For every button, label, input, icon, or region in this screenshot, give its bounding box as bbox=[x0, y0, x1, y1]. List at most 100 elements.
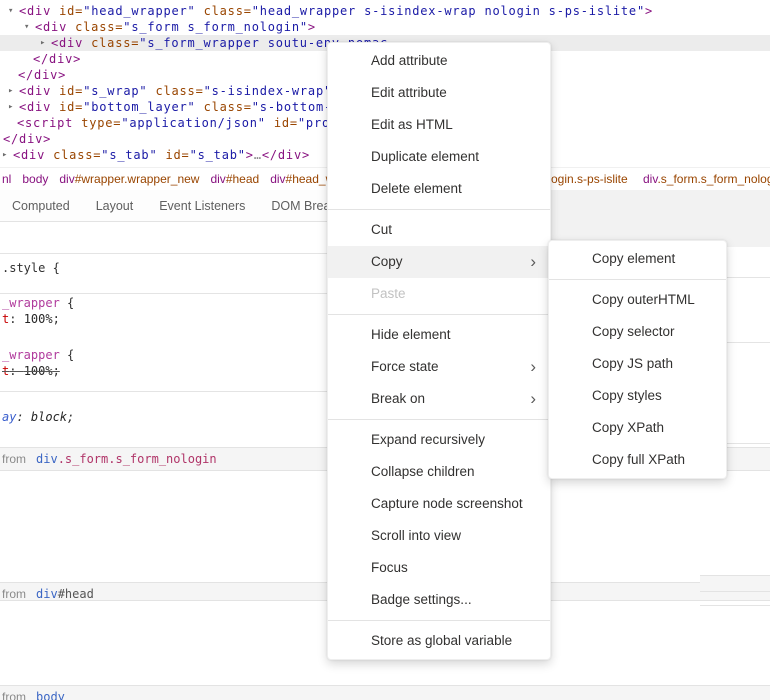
menu-item-label: Copy styles bbox=[592, 388, 662, 403]
menu-item-copy-full-xpath[interactable]: Copy full XPath bbox=[549, 444, 726, 476]
menu-item-label: Badge settings... bbox=[371, 592, 472, 607]
menu-item-label: Copy XPath bbox=[592, 420, 664, 435]
expand-arrow-icon[interactable]: ▸ bbox=[40, 35, 45, 51]
breadcrumb-item-div-s-form[interactable]: div.s_form.s_form_nolog bbox=[643, 168, 770, 190]
menu-item-paste[interactable]: Paste bbox=[328, 278, 550, 310]
code-segment: div bbox=[210, 172, 225, 186]
menu-item-copy-js-path[interactable]: Copy JS path bbox=[549, 348, 726, 380]
menu-item-edit-as-html[interactable]: Edit as HTML bbox=[328, 109, 550, 141]
code-segment: <div bbox=[35, 20, 67, 34]
menu-item-copy-outerhtml[interactable]: Copy outerHTML bbox=[549, 284, 726, 316]
code-segment: div bbox=[643, 172, 657, 186]
menu-item-copy-xpath[interactable]: Copy XPath bbox=[549, 412, 726, 444]
css-rule2-selector[interactable]: _wrapper { bbox=[2, 348, 74, 362]
menu-item-badge-settings[interactable]: Badge settings... bbox=[328, 584, 550, 616]
css-rule2-property[interactable]: t: 100%; bbox=[2, 364, 60, 378]
code-segment: { bbox=[45, 261, 59, 275]
menu-item-expand-recursively[interactable]: Expand recursively bbox=[328, 424, 550, 456]
code-segment: "s_wrap" bbox=[83, 84, 147, 98]
menu-item-break-on[interactable]: Break on› bbox=[328, 383, 550, 415]
breadcrumb-item-div-head[interactable]: div#head bbox=[210, 172, 259, 186]
css-rule1-selector[interactable]: _wrapper { bbox=[2, 296, 74, 310]
submenu-arrow-icon: › bbox=[530, 246, 536, 277]
menu-item-copy-element[interactable]: Copy element bbox=[549, 243, 726, 275]
tab-layout[interactable]: Layout bbox=[96, 199, 134, 213]
code-segment: > bbox=[246, 148, 254, 162]
code-segment: id= bbox=[51, 100, 83, 114]
code-segment: "head_wrapper s-isindex-wrap nologin s-p… bbox=[252, 4, 645, 18]
css-element-style[interactable]: .style { bbox=[2, 261, 60, 275]
menu-item-label: Scroll into view bbox=[371, 528, 461, 543]
expand-arrow-icon[interactable]: ▸ bbox=[2, 147, 7, 163]
dom-tree-node-text: </div> bbox=[33, 51, 81, 67]
code-segment: _wrapper bbox=[2, 348, 60, 362]
styles-toolbar-area bbox=[551, 190, 770, 247]
code-segment: #head bbox=[58, 587, 94, 601]
menu-item-scroll-into-view[interactable]: Scroll into view bbox=[328, 520, 550, 552]
code-segment: "s_tab" bbox=[190, 148, 246, 162]
menu-item-force-state[interactable]: Force state› bbox=[328, 351, 550, 383]
menu-item-label: Add attribute bbox=[371, 53, 448, 68]
menu-item-collapse-children[interactable]: Collapse children bbox=[328, 456, 550, 488]
code-segment: #wrapper.wrapper_new bbox=[75, 172, 200, 186]
code-segment: .style bbox=[2, 261, 45, 275]
code-segment: <div bbox=[19, 84, 51, 98]
breadcrumb-item-html[interactable]: nl bbox=[2, 172, 11, 186]
tab-computed[interactable]: Computed bbox=[12, 199, 70, 213]
code-segment: class= bbox=[196, 100, 252, 114]
breadcrumb-item-body[interactable]: body bbox=[22, 172, 48, 186]
collapse-arrow-icon[interactable]: ▾ bbox=[8, 3, 13, 19]
menu-item-copy[interactable]: Copy › bbox=[328, 246, 550, 278]
menu-item-label: Copy selector bbox=[592, 324, 675, 339]
menu-item-label: Copy bbox=[371, 254, 403, 269]
menu-item-capture-node-screenshot[interactable]: Capture node screenshot bbox=[328, 488, 550, 520]
code-segment: "s_tab" bbox=[101, 148, 157, 162]
menu-item-label: Focus bbox=[371, 560, 408, 575]
code-segment: ; bbox=[53, 312, 60, 326]
node-link[interactable]: body bbox=[36, 690, 65, 700]
inherited-from-section: from body bbox=[0, 685, 770, 700]
code-segment: "bottom_layer" bbox=[83, 100, 195, 114]
menu-item-copy-selector[interactable]: Copy selector bbox=[549, 316, 726, 348]
menu-item-edit-attribute[interactable]: Edit attribute bbox=[328, 77, 550, 109]
menu-item-label: Copy full XPath bbox=[592, 452, 685, 467]
code-segment: block bbox=[31, 410, 67, 424]
tab-event-listeners[interactable]: Event Listeners bbox=[159, 199, 245, 213]
menu-item-label: Copy element bbox=[592, 251, 675, 266]
menu-item-duplicate-element[interactable]: Duplicate element bbox=[328, 141, 550, 173]
code-segment: class= bbox=[196, 4, 252, 18]
menu-item-add-attribute[interactable]: Add attribute bbox=[328, 45, 550, 77]
rule-separator bbox=[700, 605, 770, 606]
breadcrumb-item-head-wrapper-tail[interactable]: ogin.s-ps-islite bbox=[551, 168, 628, 190]
menu-item-cut[interactable]: Cut bbox=[328, 214, 550, 246]
inherited-from-label: from bbox=[2, 690, 26, 700]
code-segment: : bbox=[16, 410, 30, 424]
menu-item-label: Paste bbox=[371, 286, 406, 301]
breadcrumb-item-div-wrapper[interactable]: div#wrapper.wrapper_new bbox=[59, 172, 199, 186]
code-segment: id= bbox=[51, 84, 83, 98]
code-segment: > bbox=[308, 20, 316, 34]
menu-item-focus[interactable]: Focus bbox=[328, 552, 550, 584]
dom-tree-row[interactable]: ▾<div id="head_wrapper" class="head_wrap… bbox=[0, 3, 770, 19]
code-segment: "s_form s_form_nologin" bbox=[123, 20, 308, 34]
menu-item-copy-styles[interactable]: Copy styles bbox=[549, 380, 726, 412]
code-segment: > bbox=[645, 4, 653, 18]
dom-tree-node-text: </div> bbox=[3, 131, 51, 147]
menu-item-delete-element[interactable]: Delete element bbox=[328, 173, 550, 205]
code-segment: "s-isindex-wrap" bbox=[204, 84, 332, 98]
code-segment: 100% bbox=[24, 312, 53, 326]
menu-item-hide-element[interactable]: Hide element bbox=[328, 319, 550, 351]
code-segment: { bbox=[60, 296, 74, 310]
expand-arrow-icon[interactable]: ▸ bbox=[8, 99, 13, 115]
css-inherited-property[interactable]: ay: block; bbox=[2, 410, 74, 424]
dom-tree-node-text: <div class="s_form s_form_nologin"> bbox=[35, 19, 316, 35]
dom-tree-row[interactable]: ▾ <div class="s_form s_form_nologin"> bbox=[0, 19, 770, 35]
expand-arrow-icon[interactable]: ▸ bbox=[8, 83, 13, 99]
node-link[interactable]: div#head bbox=[36, 587, 94, 601]
node-link[interactable]: div.s_form.s_form_nologin bbox=[36, 452, 217, 466]
css-rule1-property[interactable]: t: 100%; bbox=[2, 312, 60, 326]
menu-item-store-as-global-variable[interactable]: Store as global variable bbox=[328, 625, 550, 657]
code-segment: ogin.s-ps-islite bbox=[551, 172, 628, 186]
element-context-menu: Add attributeEdit attributeEdit as HTMLD… bbox=[327, 42, 551, 660]
collapse-arrow-icon[interactable]: ▾ bbox=[24, 19, 29, 35]
